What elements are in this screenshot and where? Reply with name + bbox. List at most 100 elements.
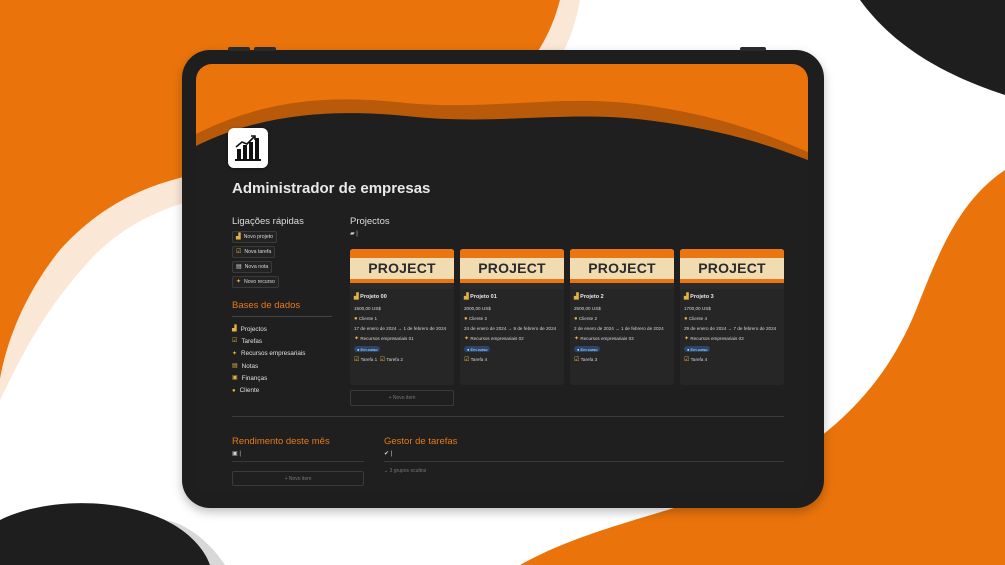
card-tasks: ☑ Tarefa 4 xyxy=(464,357,560,363)
new-resource-button[interactable]: ✦ Novo recurso xyxy=(232,276,279,288)
new-performance-item-button[interactable]: + Novo item xyxy=(232,471,364,486)
person-icon: ● xyxy=(574,315,578,322)
checkbox-icon: ☑ xyxy=(684,356,690,363)
new-task-button[interactable]: ☑ Nova tarefa xyxy=(232,246,276,258)
task-manager-title: Gestor de tarefas xyxy=(384,436,458,447)
card-price: 1700,00 US$ xyxy=(684,306,711,311)
status-badge: ● Em curso xyxy=(464,346,491,352)
card-resource: ✦ Recursos empresariais 02 xyxy=(464,336,560,342)
person-icon: ● xyxy=(232,387,236,394)
task-text: Tarefa 4 xyxy=(470,356,488,362)
hidden-groups-toggle[interactable]: ⌄ 3 grupos ocultos xyxy=(384,468,784,474)
checkbox-icon: ☑ xyxy=(574,356,580,363)
card-title: ▟ Projeto 2 xyxy=(574,294,670,300)
new-note-button[interactable]: ▤ Nova nota xyxy=(232,261,273,273)
status-text: Em curso xyxy=(690,346,708,352)
card-status: ● Em curso xyxy=(464,346,560,352)
lightbulb-icon: ✦ xyxy=(464,335,470,342)
task-manager-view-switcher[interactable]: ✔ | xyxy=(384,451,784,462)
page-cover xyxy=(196,64,808,164)
view-label: | xyxy=(239,451,241,457)
task-manager-section: Gestor de tarefas ✔ | ⌄ 3 grupos ocultos xyxy=(384,436,784,474)
card-dates: 2 de enero de 2024 → 1 de febrero de 202… xyxy=(574,326,664,331)
databases-header: Bases de dados xyxy=(232,300,332,317)
card-client: ● Cliente 2 xyxy=(464,316,560,322)
project-card[interactable]: PROJECT ▟ Projeto 00 1500,00 US$ ● Clien… xyxy=(350,249,454,385)
card-client-text: Cliente 1 xyxy=(358,315,378,321)
db-link-tarefas[interactable]: ☑ Tarefas xyxy=(232,335,332,347)
card-resource-text: Recursos empresariais 01 xyxy=(360,335,414,341)
buildings-icon: ▟ xyxy=(236,234,241,240)
button-label: Nova nota xyxy=(244,264,269,270)
buildings-icon: ▟ xyxy=(464,294,469,300)
card-price: 1500,00 US$ xyxy=(354,306,381,311)
card-cover: PROJECT xyxy=(680,249,784,289)
card-price: 2500,00 US$ xyxy=(574,306,601,311)
project-card[interactable]: PROJECT ▟ Projeto 01 2000,00 US$ ● Clien… xyxy=(460,249,564,385)
card-tasks: ☑ Tarefa 3 xyxy=(574,357,670,363)
card-title-text: Projeto 01 xyxy=(470,294,497,300)
card-status: ● Em curso xyxy=(354,346,450,352)
card-title: ▟ Projeto 3 xyxy=(684,294,780,300)
task-text: Tarefa 1 xyxy=(360,356,378,362)
task-text: Tarefa 4 xyxy=(690,356,708,362)
db-link-recursos[interactable]: ✦ Recursos empresariais xyxy=(232,348,332,360)
lightbulb-icon: ✦ xyxy=(236,279,242,285)
card-client-text: Cliente 4 xyxy=(688,315,708,321)
page-icon[interactable] xyxy=(228,128,268,168)
performance-title: Rendimento deste mês xyxy=(232,436,330,447)
tablet-button xyxy=(254,47,276,51)
check-circle-icon: ✔ xyxy=(384,451,390,457)
db-link-notas[interactable]: ▤ Notas xyxy=(232,360,332,372)
tablet-button xyxy=(228,47,250,51)
buildings-icon: ▟ xyxy=(574,294,579,300)
status-text: Em curso xyxy=(470,346,488,352)
notion-page: Administrador de empresas Ligações rápid… xyxy=(196,64,808,494)
card-resource-text: Recursos empresariais 03 xyxy=(580,335,634,341)
tablet-button xyxy=(740,47,766,51)
person-icon: ● xyxy=(464,315,468,322)
status-badge: ● Em curso xyxy=(354,346,381,352)
db-link-cliente[interactable]: ● Cliente xyxy=(232,384,332,396)
person-icon: ● xyxy=(354,315,358,322)
task-text: Tarefa 3 xyxy=(580,356,598,362)
cover-text: PROJECT xyxy=(478,260,546,276)
card-title-text: Projeto 00 xyxy=(360,294,387,300)
db-link-projectos[interactable]: ▟ Projectos xyxy=(232,323,332,335)
project-card[interactable]: PROJECT ▟ Projeto 3 1700,00 US$ ● Client… xyxy=(680,249,784,385)
divider xyxy=(232,416,784,417)
new-project-item-button[interactable]: + Novo item xyxy=(350,390,454,406)
projects-title: Projectos xyxy=(350,216,390,227)
buildings-icon: ▟ xyxy=(232,326,237,333)
card-dates: 17 de enero de 2024 → 1 de febrero de 20… xyxy=(354,326,447,331)
card-client-text: Cliente 2 xyxy=(468,315,488,321)
card-resource: ✦ Recursos empresariais 03 xyxy=(574,336,670,342)
db-link-label: Projectos xyxy=(240,325,267,333)
card-cover: PROJECT xyxy=(350,249,454,289)
performance-view-switcher[interactable]: ▣ | xyxy=(232,451,364,462)
checkbox-icon: ☑ xyxy=(464,356,470,363)
new-project-button[interactable]: ▟ Novo projeto xyxy=(232,231,278,243)
card-title-text: Projeto 2 xyxy=(580,294,604,300)
button-label: Nova tarefa xyxy=(244,249,272,255)
db-link-financas[interactable]: ▣ Finanças xyxy=(232,372,332,384)
cover-text: PROJECT xyxy=(698,260,766,276)
card-status: ● Em curso xyxy=(574,346,670,352)
checkbox-icon: ☑ xyxy=(236,249,242,255)
briefcase-icon: ▰ xyxy=(350,231,355,237)
quick-links-title: Ligações rápidas xyxy=(232,216,304,227)
chevron-down-icon: ⌄ xyxy=(384,468,389,474)
cover-text: PROJECT xyxy=(368,260,436,276)
button-label: Novo recurso xyxy=(244,279,275,285)
card-client: ● Cliente 1 xyxy=(354,316,450,322)
card-resource-text: Recursos empresariais 03 xyxy=(690,335,744,341)
business-logo-icon xyxy=(235,135,261,161)
project-card[interactable]: PROJECT ▟ Projeto 2 2500,00 US$ ● Client… xyxy=(570,249,674,385)
view-switcher[interactable]: ▰ | xyxy=(350,231,784,239)
money-icon: ▣ xyxy=(232,451,238,457)
cover-text: PROJECT xyxy=(588,260,656,276)
left-column: Ligações rápidas ▟ Novo projeto ☑ Nova t… xyxy=(232,216,332,397)
checkbox-icon: ☑ xyxy=(379,356,386,363)
lightbulb-icon: ✦ xyxy=(354,335,360,342)
view-label: | xyxy=(356,231,358,237)
